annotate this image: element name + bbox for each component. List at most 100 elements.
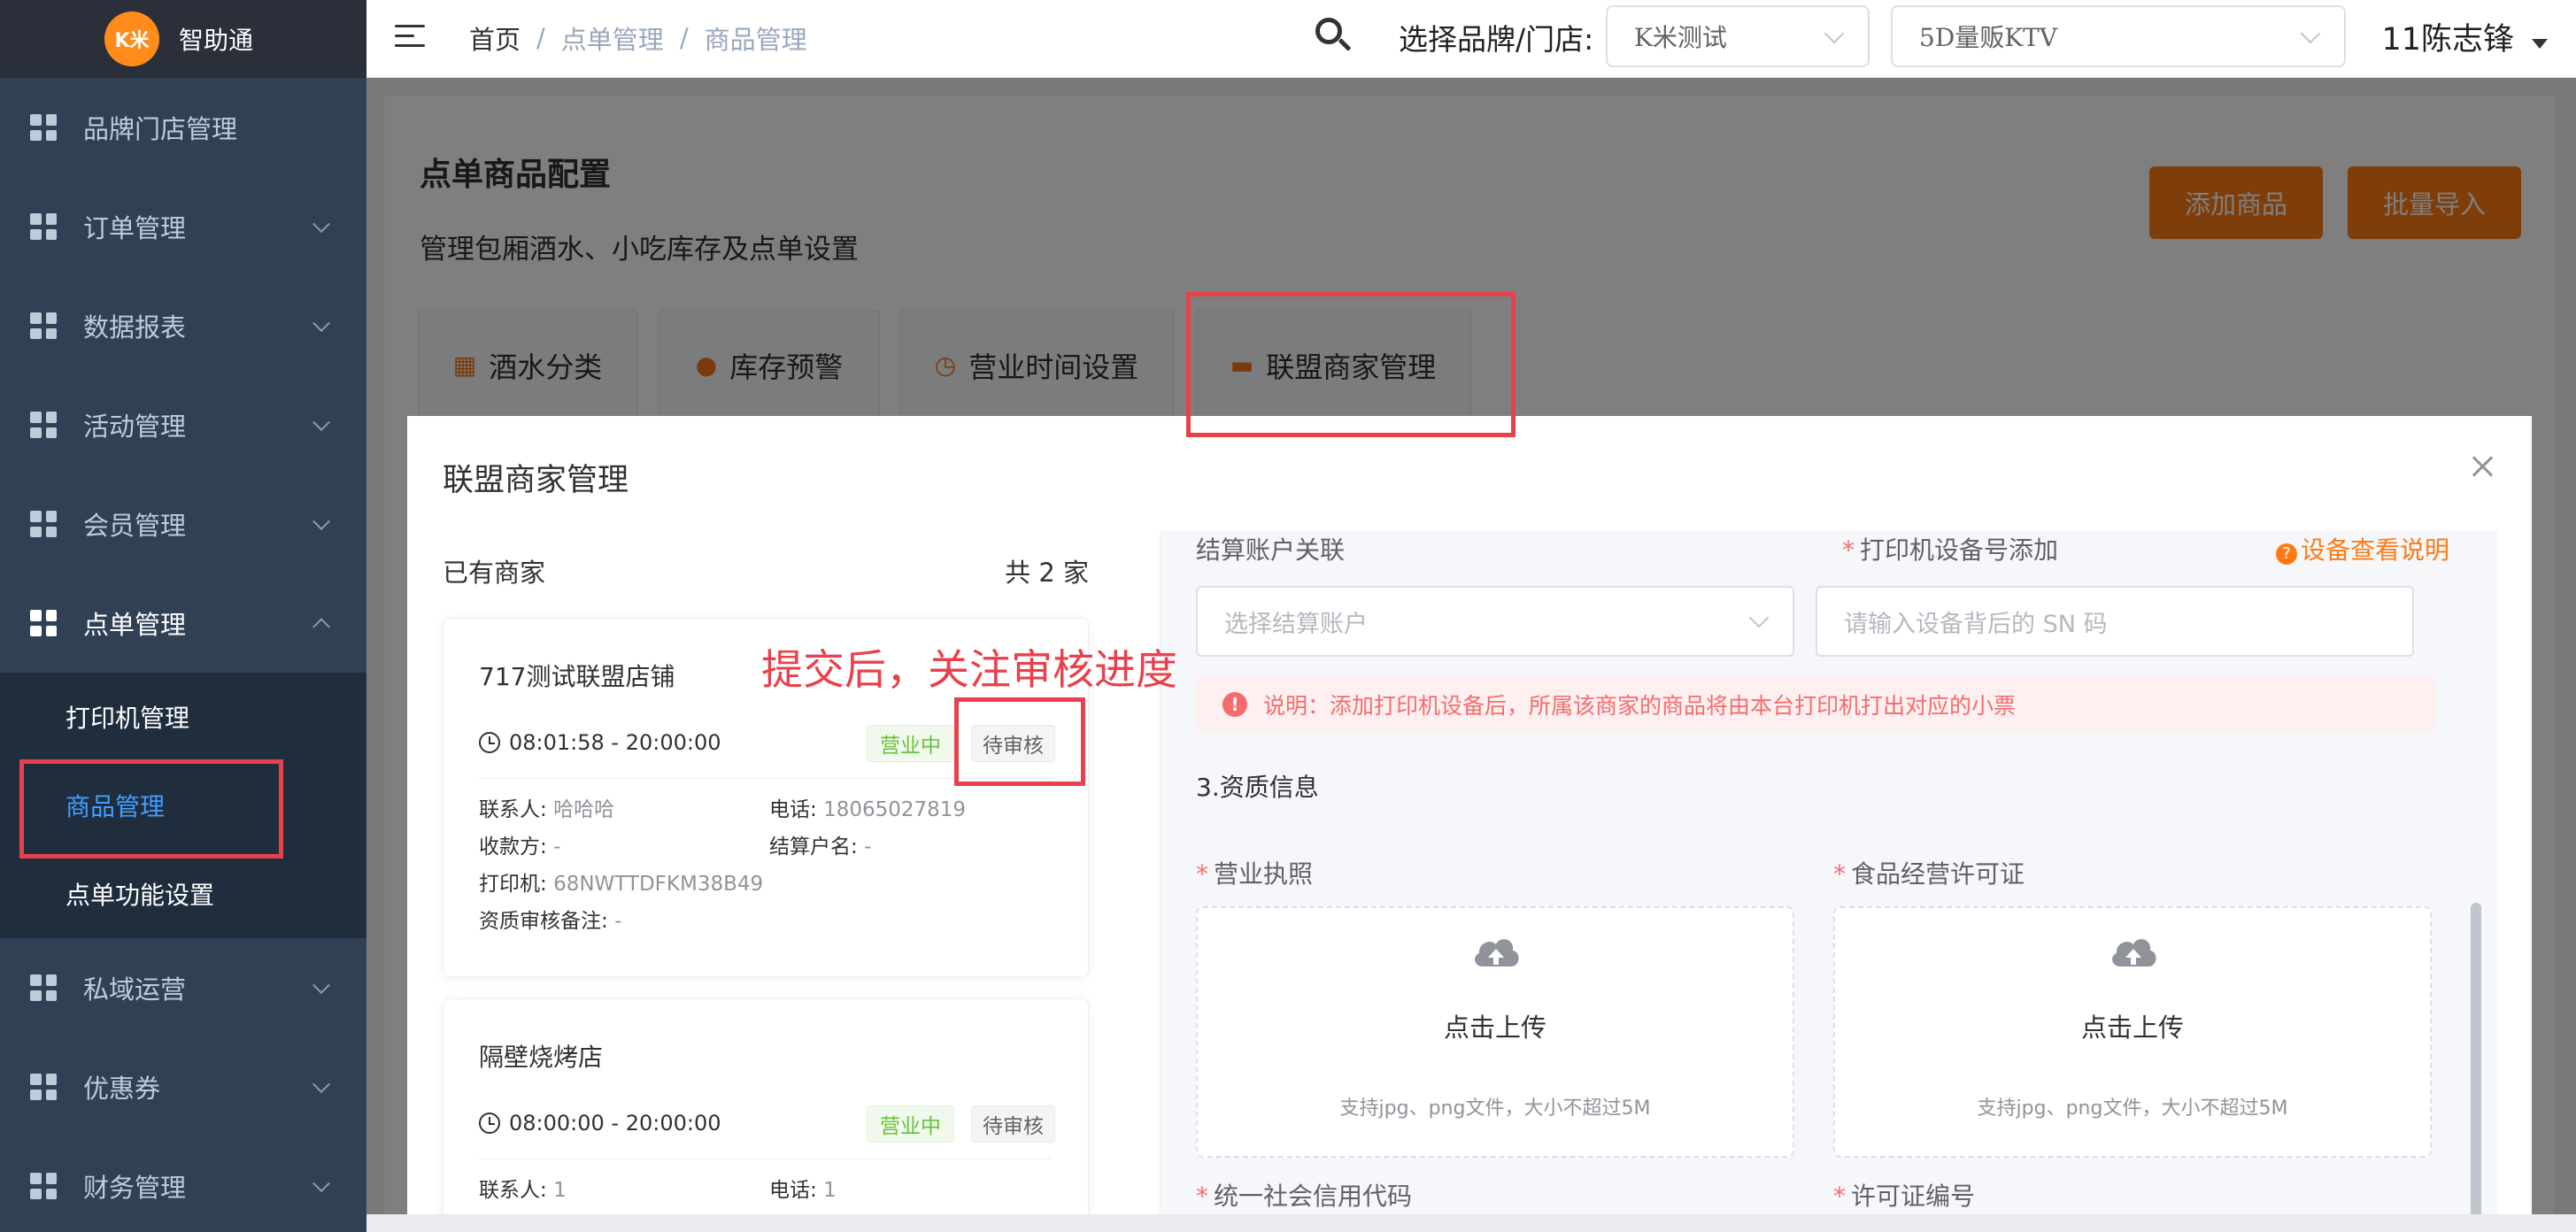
store-select[interactable]: 5D量贩KTV	[1891, 5, 2346, 67]
chevron-down-icon	[312, 976, 330, 995]
grid-icon	[30, 114, 57, 141]
chevron-down-icon	[312, 1174, 330, 1193]
permit-number-label: * 许可证编号	[1833, 1182, 1976, 1211]
merchant-phone: 电话: 18065027819	[769, 798, 967, 821]
scrollbar[interactable]	[2471, 903, 2481, 1232]
printer-sn-placeholder: 请输入设备背后的 SN 码	[1844, 610, 2108, 638]
sidebar-item-activities[interactable]: 活动管理	[0, 375, 366, 474]
status-badge: 营业中	[867, 1105, 954, 1143]
sidebar-item-label: 会员管理	[83, 511, 187, 541]
sidebar-item-label: 点单管理	[83, 610, 187, 640]
sidebar-item-label: 订单管理	[83, 213, 187, 243]
app-name: 智助通	[179, 26, 254, 55]
chevron-down-icon	[312, 1075, 330, 1094]
brand-select[interactable]: K米测试	[1606, 5, 1870, 67]
highlight-box-review	[954, 697, 1085, 786]
review-badge: 待审核	[971, 1105, 1055, 1143]
sidebar-item-private-domain[interactable]: 私域运营	[0, 938, 366, 1037]
clock-icon	[479, 732, 500, 753]
top-header: 首页 / 点单管理 / 商品管理 选择品牌/门店: K米测试 5D量贩KTV 1…	[366, 0, 2576, 78]
sidebar: K米 智助通 品牌门店管理 订单管理 数据报表 活动管理 会员管理 点单管理 打…	[0, 0, 366, 1232]
sidebar-item-label: 品牌门店管理	[83, 114, 238, 144]
sidebar-subitem-printers[interactable]: 打印机管理	[0, 673, 366, 761]
breadcrumb-separator: /	[536, 23, 545, 53]
breadcrumb: 首页 / 点单管理 / 商品管理	[469, 19, 807, 57]
menu-toggle-icon[interactable]	[395, 23, 425, 50]
food-license-upload[interactable]: 点击上传 支持jpg、png文件，大小不超过5M	[1833, 906, 2432, 1158]
grid-icon	[30, 1074, 57, 1100]
food-license-label: * 食品经营许可证	[1833, 859, 2025, 889]
sidebar-item-label: 财务管理	[83, 1173, 187, 1203]
breadcrumb-home[interactable]: 首页	[469, 19, 521, 57]
search-icon[interactable]	[1314, 16, 1354, 57]
merchant-review-remark: 资质审核备注: -	[479, 910, 622, 933]
merchant-payee: 收款方: -	[479, 835, 561, 859]
chevron-down-icon	[1748, 607, 1770, 628]
printer-notice-alert: ! 说明：添加打印机设备后，所属该商家的商品将由本台打印机打出对应的小票	[1196, 676, 2435, 733]
page-bottom-bar	[366, 1214, 2576, 1232]
breadcrumb-current: 商品管理	[704, 25, 807, 55]
breadcrumb-ordering[interactable]: 点单管理	[561, 19, 664, 57]
sidebar-item-ordering[interactable]: 点单管理	[0, 574, 366, 673]
chevron-down-icon	[1824, 23, 1845, 44]
existing-merchants-label: 已有商家	[443, 558, 546, 588]
sidebar-item-reports[interactable]: 数据报表	[0, 276, 366, 375]
breadcrumb-separator: /	[679, 23, 689, 53]
device-help-link[interactable]: ? 设备查看说明	[2276, 531, 2449, 566]
sidebar-item-brand-store[interactable]: 品牌门店管理	[0, 78, 366, 177]
merchant-name: 717测试联盟店铺	[479, 662, 675, 691]
chevron-down-icon	[312, 512, 330, 531]
merchant-hours-text: 08:01:58 - 20:00:00	[509, 730, 721, 755]
question-icon: ?	[2276, 543, 2297, 565]
highlight-box-tab	[1186, 292, 1516, 437]
chevron-up-icon	[312, 618, 330, 636]
cloud-upload-icon	[2112, 939, 2156, 966]
settle-account-select[interactable]: 选择结算账户	[1196, 586, 1794, 657]
chevron-down-icon	[312, 215, 330, 234]
grid-icon	[30, 1173, 57, 1199]
sidebar-item-label: 数据报表	[83, 312, 187, 343]
sidebar-item-coupons[interactable]: 优惠券	[0, 1037, 366, 1136]
close-icon[interactable]	[2470, 453, 2496, 480]
upload-text: 点击上传	[2080, 1013, 2184, 1043]
upload-text: 点击上传	[1443, 1013, 1546, 1043]
business-license-upload[interactable]: 点击上传 支持jpg、png文件，大小不超过5M	[1196, 906, 1794, 1158]
grid-icon	[30, 974, 57, 1001]
settle-account-placeholder: 选择结算账户	[1224, 610, 1368, 638]
alliance-merchant-dialog: 联盟商家管理 已有商家 共 2 家 717测试联盟店铺 08:01:58 - 2…	[407, 416, 2532, 1232]
logo[interactable]: K米 智助通	[0, 0, 366, 78]
sidebar-item-orders[interactable]: 订单管理	[0, 177, 366, 276]
upload-tip: 支持jpg、png文件，大小不超过5M	[1339, 1097, 1651, 1120]
merchant-hours: 08:00:00 - 20:00:00	[479, 1111, 721, 1136]
settle-account-label: 结算账户关联	[1196, 535, 1346, 565]
merchant-contact: 联系人: 哈哈哈	[479, 798, 615, 821]
grid-icon	[30, 312, 57, 339]
alert-text: 说明：添加打印机设备后，所属该商家的商品将由本台打印机打出对应的小票	[1263, 693, 2017, 719]
sidebar-item-label: 优惠券	[83, 1074, 161, 1104]
upload-tip: 支持jpg、png文件，大小不超过5M	[1977, 1097, 2288, 1120]
sidebar-item-members[interactable]: 会员管理	[0, 474, 366, 574]
grid-icon	[30, 412, 57, 438]
chevron-down-icon	[312, 413, 330, 432]
merchant-card[interactable]: 隔壁烧烤店 08:00:00 - 20:00:00 营业中 待审核 联系人: 1…	[443, 998, 1089, 1232]
printer-sn-input[interactable]: 请输入设备背后的 SN 码	[1816, 586, 2414, 657]
credit-code-label: * 统一社会信用代码	[1196, 1182, 1413, 1211]
brand-select-value: K米测试	[1634, 23, 1727, 52]
printer-device-label: * 打印机设备号添加	[1842, 535, 2059, 565]
merchant-hours-text: 08:00:00 - 20:00:00	[509, 1111, 721, 1136]
sidebar-item-label: 私域运营	[83, 974, 187, 1005]
merchant-printer: 打印机: 68NWTTDFKM38B49	[479, 873, 764, 896]
logo-badge: K米	[104, 12, 159, 66]
merchant-account-name: 结算户名: -	[769, 835, 872, 859]
chevron-down-icon	[2300, 23, 2321, 44]
alert-icon: !	[1222, 692, 1247, 717]
caret-down-icon[interactable]	[2532, 39, 2548, 49]
sidebar-item-finance[interactable]: 财务管理	[0, 1136, 366, 1232]
store-select-value: 5D量贩KTV	[1919, 23, 2058, 52]
business-license-label: * 营业执照	[1196, 859, 1314, 889]
merchant-count: 共 2 家	[1005, 558, 1089, 588]
sidebar-subitem-label: 打印机管理	[66, 704, 190, 733]
grid-icon	[30, 511, 57, 537]
user-name[interactable]: 11陈志锋	[2381, 14, 2514, 59]
sidebar-subitem-ordering-settings[interactable]: 点单功能设置	[0, 850, 366, 938]
